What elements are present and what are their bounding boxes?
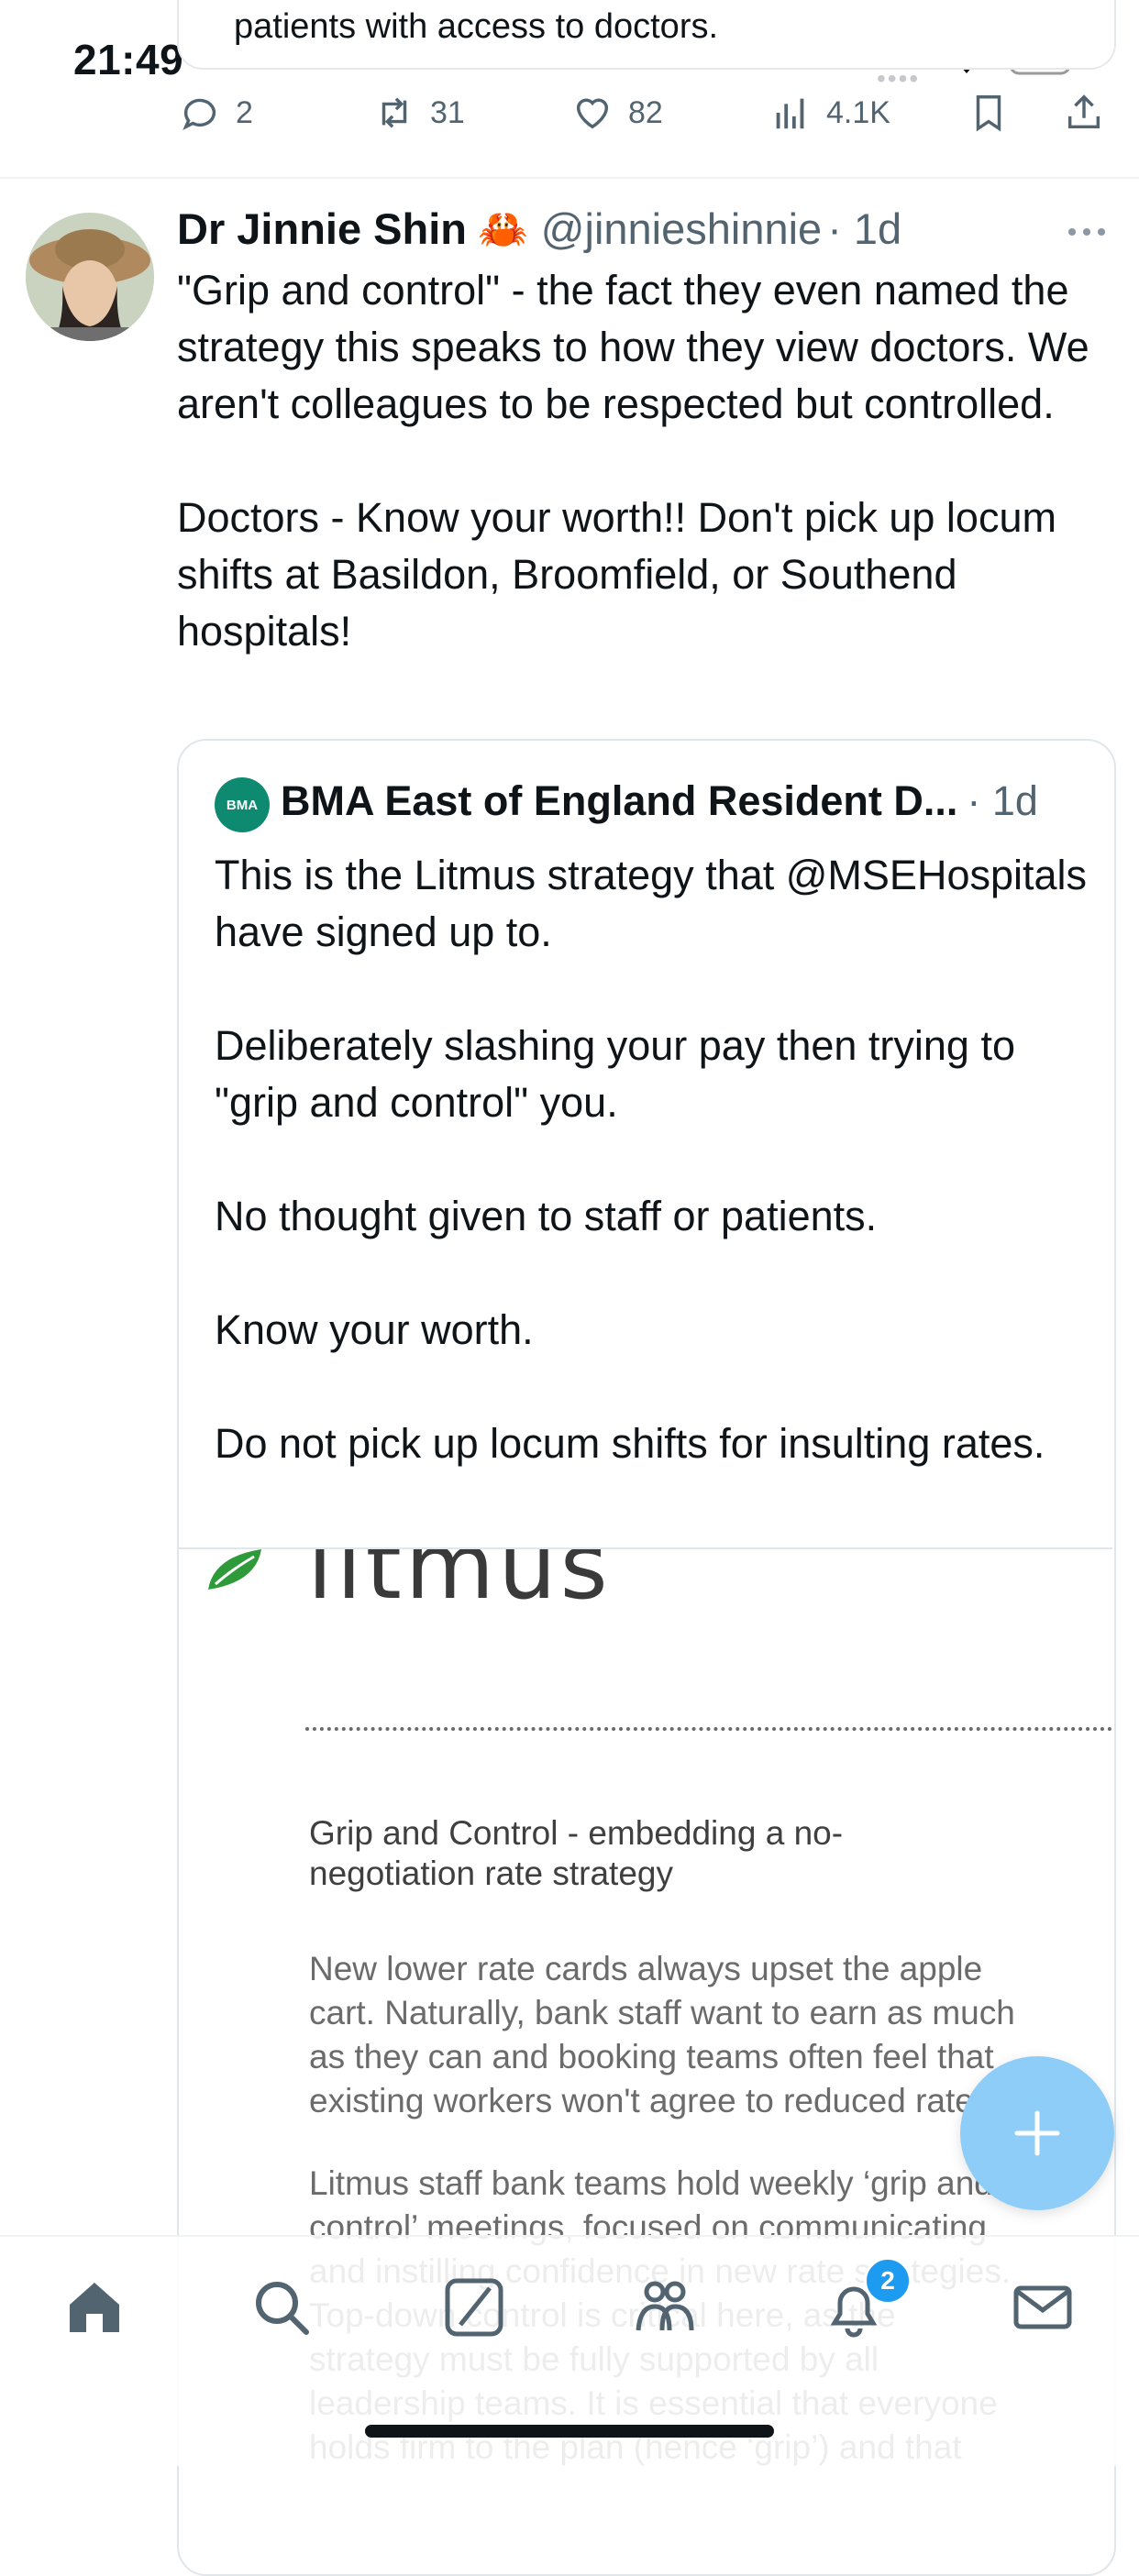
tweet-action-bar: 2 31 82 4.1K — [179, 92, 1114, 147]
compose-button[interactable] — [960, 2056, 1114, 2210]
views-button[interactable]: 4.1K — [769, 92, 890, 134]
like-count: 82 — [628, 94, 663, 130]
reply-icon — [182, 98, 216, 130]
quote-text: This is the Litmus strategy that @MSEHos… — [215, 852, 1088, 1467]
bookmark-button[interactable] — [968, 92, 1010, 134]
messages-icon[interactable] — [1011, 2275, 1075, 2339]
communities-icon[interactable] — [633, 2275, 697, 2339]
retweet-count: 31 — [430, 94, 465, 130]
quote-author-avatar: BMA — [215, 777, 270, 832]
tweet-text: "Grip and control" - the fact they even … — [177, 267, 1089, 655]
home-icon[interactable] — [62, 2275, 127, 2339]
share-button[interactable] — [1063, 92, 1105, 134]
retweet-button[interactable]: 31 — [373, 92, 465, 134]
home-indicator[interactable] — [365, 2425, 774, 2438]
document-heading: Grip and Control - embedding a no-negoti… — [309, 1814, 844, 1892]
tweet-header: Dr Jinnie Shin 🦀 @jinnieshinnie · 1d — [177, 204, 901, 254]
tweet-divider — [0, 177, 1139, 179]
more-options-icon[interactable] — [1066, 218, 1108, 246]
heart-icon — [576, 98, 609, 129]
tweet-time: · 1d — [827, 204, 902, 253]
share-icon — [1067, 94, 1100, 129]
search-icon[interactable] — [249, 2275, 314, 2339]
crab-emoji: 🦀 — [478, 206, 528, 252]
views-icon — [776, 98, 804, 129]
views-count: 4.1K — [826, 94, 890, 130]
quote-time: · 1d — [967, 777, 1038, 824]
document-paragraph-1: New lower rate cards always upset the ap… — [309, 1950, 1015, 2119]
litmus-logo-leaf-icon — [208, 1549, 261, 1590]
plus-icon — [1014, 2110, 1060, 2156]
quote-header: BMA East of England Resident D... · 1d — [281, 777, 1038, 825]
quote-author-name: BMA East of England Resident D... — [281, 777, 958, 824]
litmus-logo-text: litmus — [307, 1549, 612, 1620]
bookmark-icon — [976, 95, 1001, 132]
author-name[interactable]: Dr Jinnie Shin — [177, 204, 467, 254]
retweet-icon — [382, 97, 407, 128]
quote-avatar-text: BMA — [226, 797, 259, 813]
notifications-badge: 2 — [864, 2257, 912, 2305]
avatar-photo — [26, 213, 154, 341]
author-handle[interactable]: @jinnieshinnie — [541, 204, 822, 254]
grok-icon[interactable] — [442, 2275, 506, 2339]
reply-button[interactable]: 2 — [179, 92, 253, 134]
like-button[interactable]: 82 — [571, 92, 663, 134]
document-dotted-rule — [305, 1727, 1112, 1731]
author-avatar[interactable] — [26, 213, 154, 341]
reply-count: 2 — [236, 94, 253, 130]
status-time: 21:49 — [73, 36, 184, 83]
previous-quote-text: patients with access to doctors. — [234, 7, 719, 46]
